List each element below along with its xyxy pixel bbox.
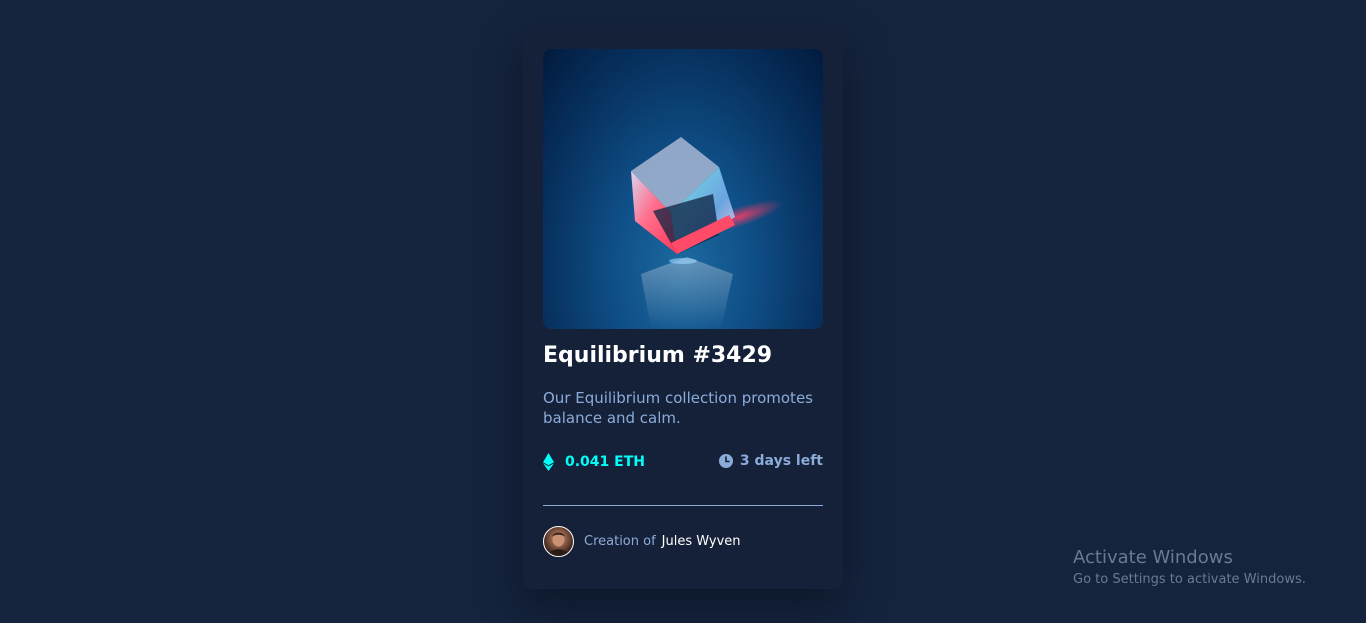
creator-prefix: Creation of [584, 534, 656, 549]
divider [543, 505, 823, 506]
price-value: 0.041 ETH [565, 454, 645, 470]
activate-windows-title: Activate Windows [1073, 547, 1233, 568]
cube-image [631, 137, 783, 329]
activate-windows-subtitle: Go to Settings to activate Windows. [1073, 572, 1306, 587]
nft-card: Equilibrium #3429 Our Equilibrium collec… [523, 29, 843, 589]
time-left-info: 3 days left [718, 453, 823, 469]
equilibrium-image[interactable] [543, 49, 823, 329]
avatar [543, 526, 574, 557]
nft-description: Our Equilibrium collection promotes bala… [543, 389, 813, 427]
creator-row: Creation of Jules Wyven [543, 526, 741, 557]
clock-icon [718, 454, 733, 468]
price-info: 0.041 ETH [543, 453, 645, 471]
nft-title[interactable]: Equilibrium #3429 [543, 343, 772, 368]
time-left-value: 3 days left [739, 453, 823, 469]
ethereum-icon [543, 453, 554, 471]
creator-name-link[interactable]: Jules Wyven [662, 534, 741, 549]
